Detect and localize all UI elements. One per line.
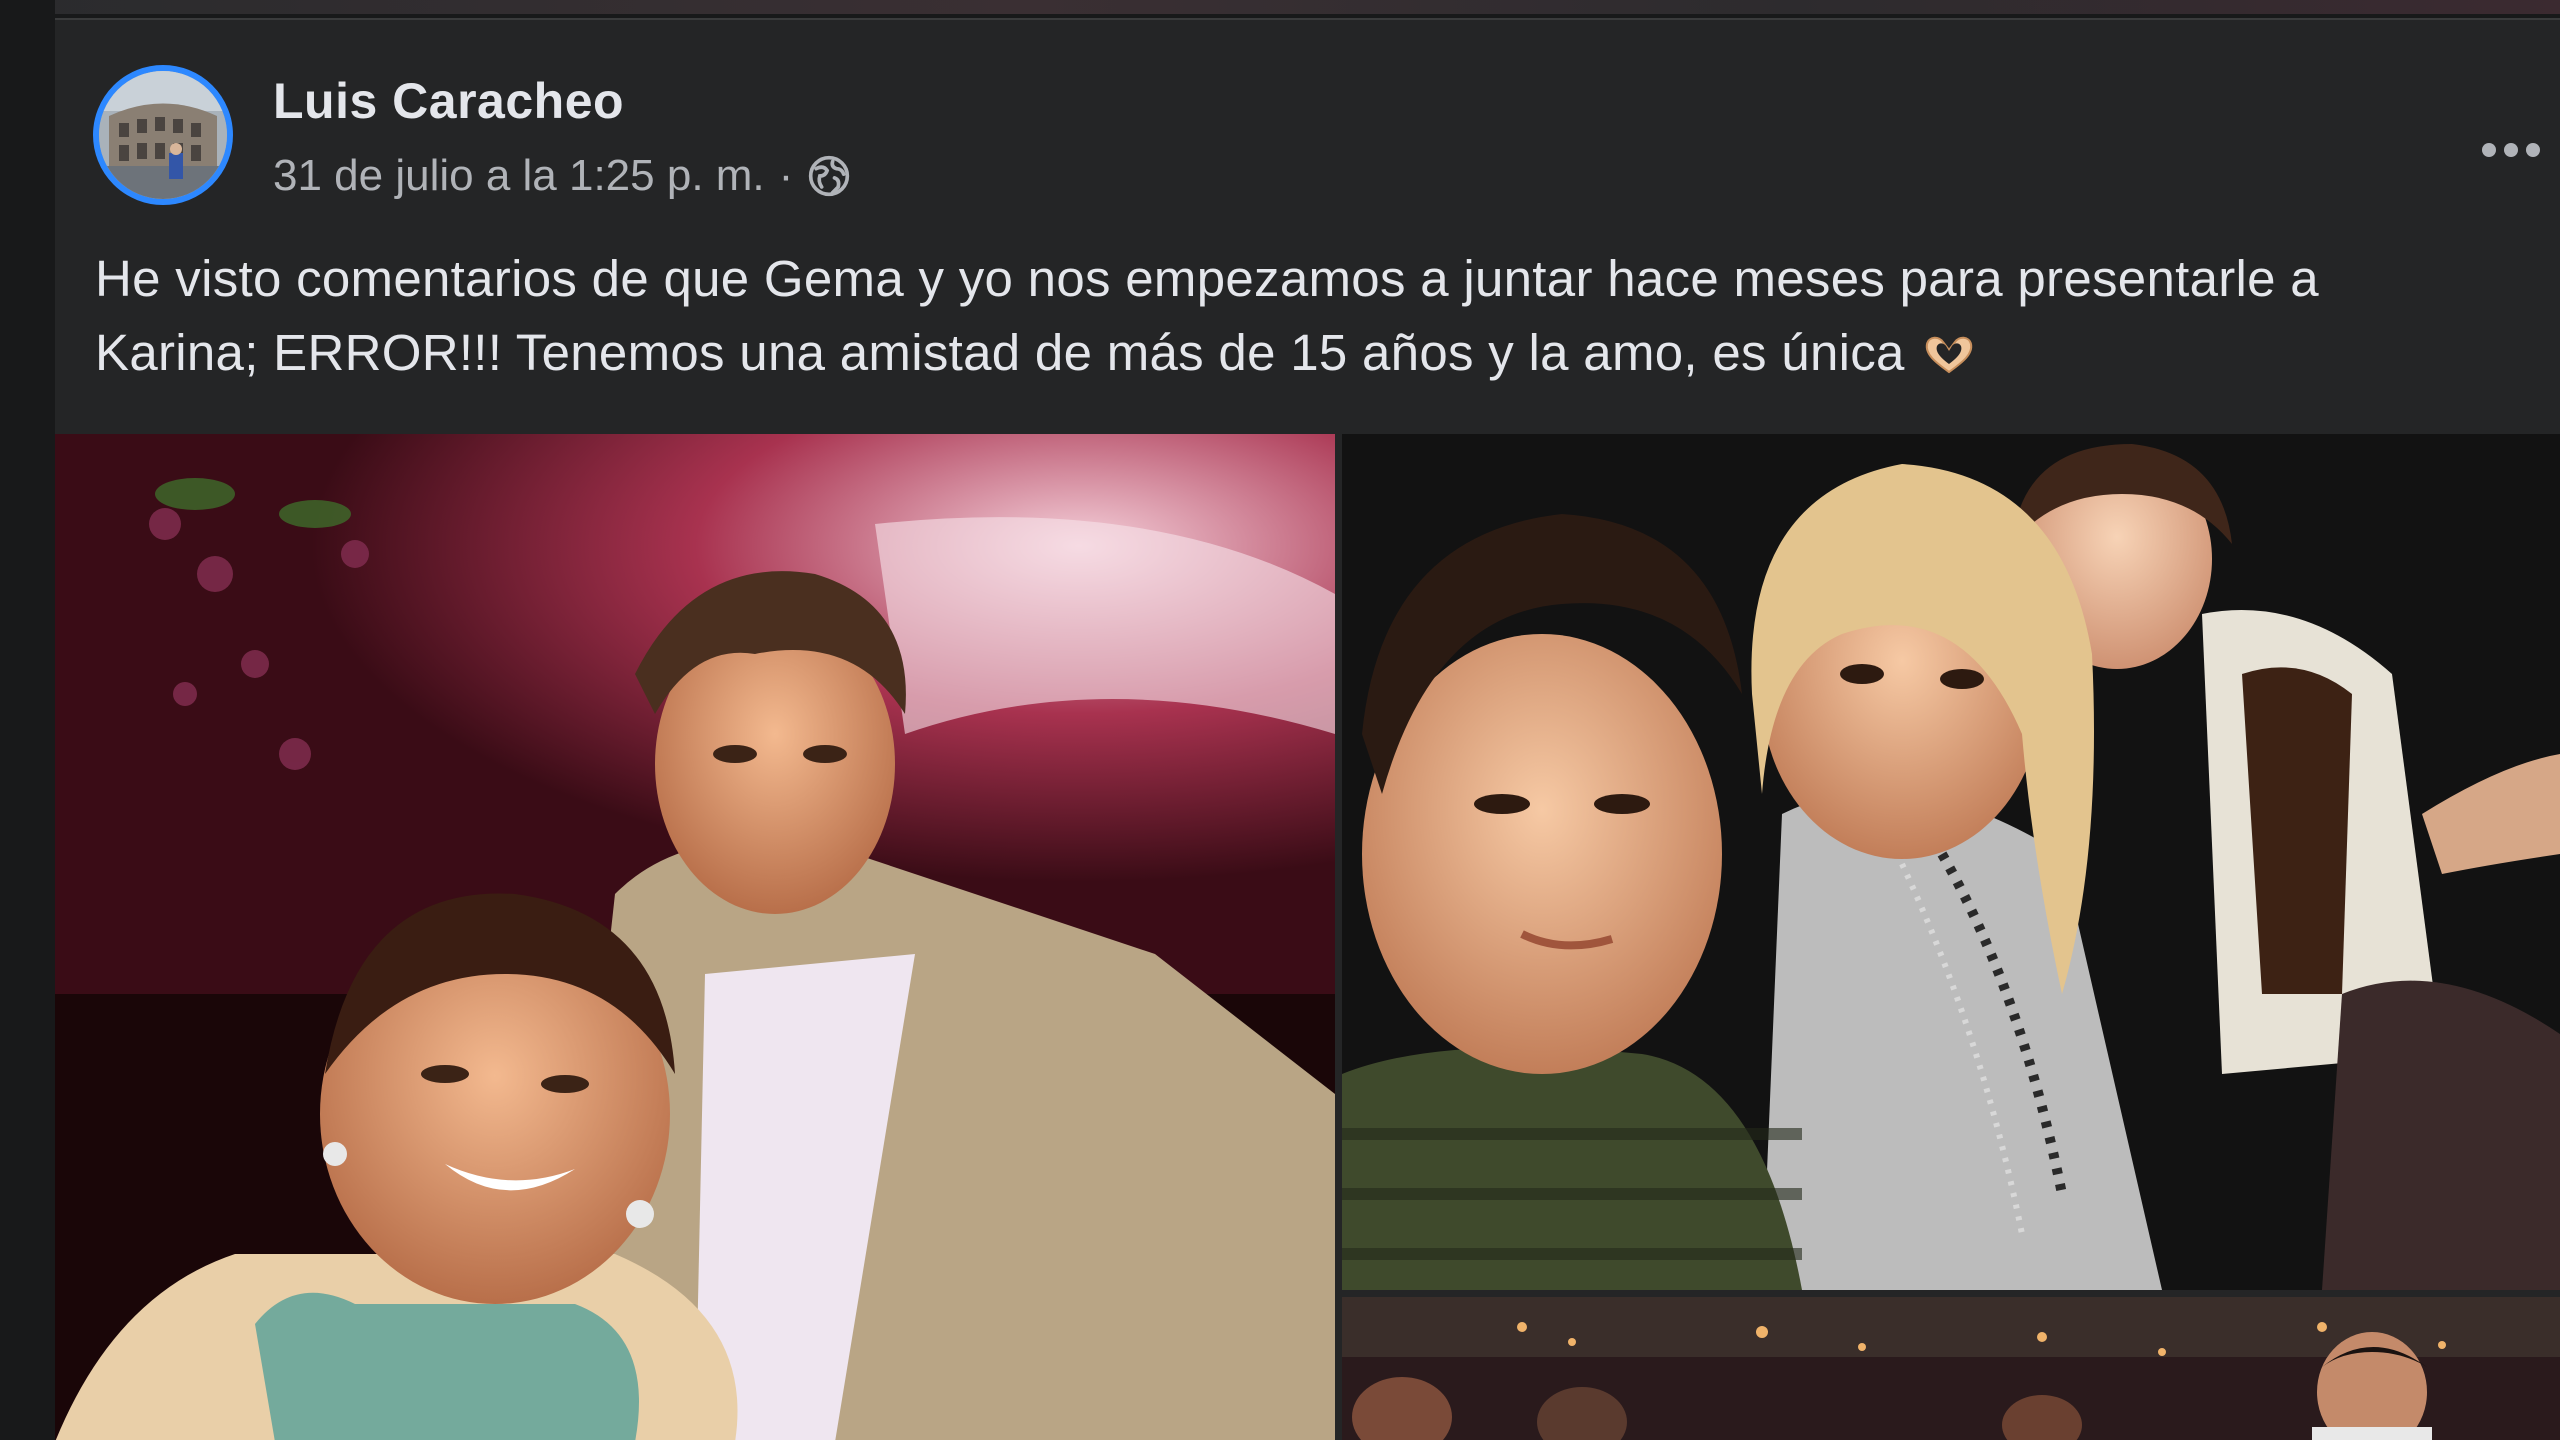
feed-post: Luis Caracheo 31 de julio a la 1:25 p. m… [55,18,2560,1440]
globe-icon[interactable] [807,154,851,198]
post-photo-image [1342,434,2560,1290]
dot-icon [2504,143,2518,157]
top-edge-strip [0,0,2560,14]
dot-icon [2526,143,2540,157]
colosseum-icon [99,71,227,199]
post-body: He visto comentarios de que Gema y yo no… [95,242,2525,390]
post-header: Luis Caracheo 31 de julio a la 1:25 p. m… [55,20,2560,235]
post-text-line: He visto comentarios de que Gema y yo no… [95,250,2319,307]
dot-icon [2482,143,2496,157]
post-meta: 31 de julio a la 1:25 p. m. · [273,148,851,204]
author-name[interactable]: Luis Caracheo [273,72,624,130]
left-gutter [0,0,55,1440]
meta-separator: · [778,151,794,200]
post-photo-image [55,434,1335,1440]
more-options-icon[interactable] [2476,130,2546,170]
photo-three-friends-night[interactable] [1342,434,2560,1290]
post-photo-image [1342,1297,2560,1440]
screen: Luis Caracheo 31 de julio a la 1:25 p. m… [0,0,2560,1440]
author-avatar[interactable] [93,65,233,205]
heart-hands-emoji-icon [1926,336,1973,374]
photo-couple-party[interactable] [55,434,1335,1440]
post-timestamp[interactable]: 31 de julio a la 1:25 p. m. [273,151,765,201]
photo-crowd-club[interactable] [1342,1297,2560,1440]
post-text-line-2: Karina; ERROR!!! Tenemos una amistad de … [95,316,2525,390]
post-text-line: Karina; ERROR!!! Tenemos una amistad de … [95,324,1905,381]
